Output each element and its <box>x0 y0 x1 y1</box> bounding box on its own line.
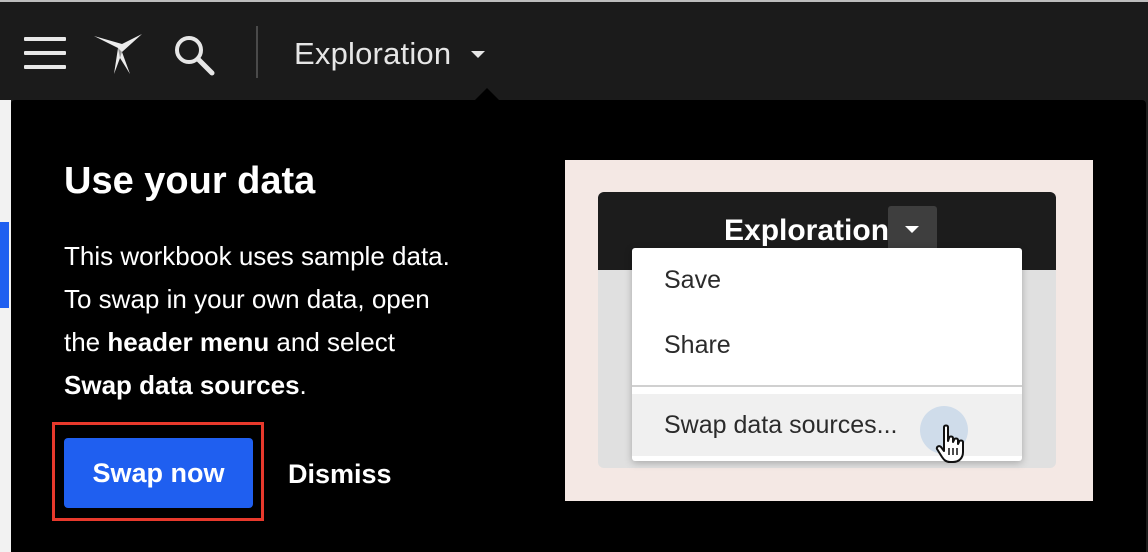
swap-now-button[interactable]: Swap now <box>64 438 253 508</box>
illustration-menu-save: Save <box>664 266 721 294</box>
caret-down-icon <box>471 50 486 58</box>
background-page-strip <box>0 100 11 552</box>
illustration-caret-icon <box>888 206 937 252</box>
dismiss-button[interactable]: Dismiss <box>288 452 392 496</box>
popover-pointer <box>475 88 499 100</box>
hand-pointer-icon <box>935 424 964 463</box>
workbook-title: Exploration <box>294 36 452 71</box>
body-line-3: the header menu and select <box>64 321 534 364</box>
background-accent-bar <box>0 222 9 308</box>
header-menu-emphasis: header menu <box>107 327 270 357</box>
illustration-title: Exploration <box>724 214 890 247</box>
workbook-title-dropdown[interactable]: Exploration <box>294 32 486 76</box>
body-line-1: This workbook uses sample data. <box>64 241 450 271</box>
bird-logo-icon[interactable] <box>92 30 144 76</box>
illustration-menu-swap: Swap data sources... <box>664 411 898 439</box>
illustration-menu-divider <box>632 385 1022 387</box>
illustration: Exploration Save Share Swap data sources… <box>565 160 1093 501</box>
top-bar: Exploration <box>0 0 1148 100</box>
body-line-4-suffix: . <box>299 370 307 400</box>
swap-data-sources-emphasis: Swap data sources <box>64 370 300 400</box>
body-line-3-suffix: and select <box>269 327 395 357</box>
body-line-3-prefix: the <box>64 327 108 357</box>
popover-body: This workbook uses sample data. To swap … <box>64 235 534 407</box>
search-icon[interactable] <box>172 33 216 77</box>
body-line-4: Swap data sources. <box>64 364 534 407</box>
popover-heading: Use your data <box>64 160 316 202</box>
toolbar-divider <box>256 26 258 78</box>
hamburger-menu-icon[interactable] <box>24 37 66 69</box>
body-line-2: To swap in your own data, open <box>64 284 430 314</box>
illustration-menu-share: Share <box>664 331 731 359</box>
